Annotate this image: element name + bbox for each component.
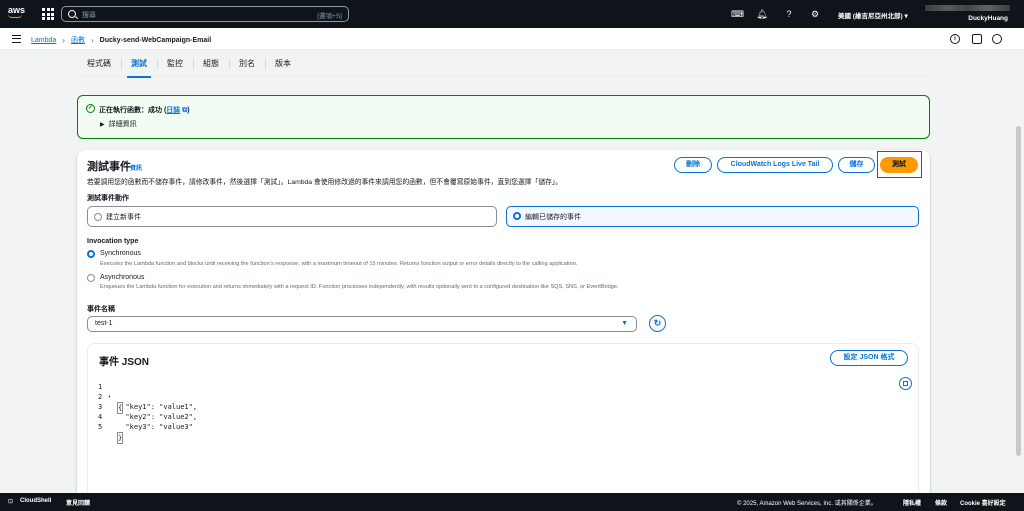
banner-suffix: ) xyxy=(187,107,190,114)
function-tabs: 程式碼 測試 監控 組態 別名 版本 xyxy=(77,50,930,78)
caret-right-icon: ▶ xyxy=(100,122,105,128)
tab-versions[interactable]: 版本 xyxy=(265,50,301,77)
details-expander[interactable]: ▶ 詳細資訊 xyxy=(100,119,137,129)
banner-prefix: 正在執行函數：成功 ( xyxy=(99,107,167,114)
edit-saved-label: 編輯已儲存的事件 xyxy=(525,214,581,221)
radio-asynchronous[interactable] xyxy=(87,274,95,282)
search-input[interactable]: 搜尋 [選項+S] xyxy=(61,6,349,22)
aws-logo-text: aws xyxy=(8,5,26,15)
code-line: 4 "key3": "value3" xyxy=(89,402,909,431)
asynchronous-description: Enqueues the Lambda function for executi… xyxy=(100,284,619,290)
account-menu[interactable]: DuckyHuang xyxy=(968,15,1008,22)
code-line: 5 } xyxy=(89,412,909,444)
help-icon[interactable]: ? xyxy=(783,8,795,20)
code-text: "key3": "value3" xyxy=(117,423,193,431)
region-selector[interactable]: 美國 (維吉尼亞州北部) ▾ xyxy=(838,10,908,20)
refresh-icon[interactable]: ↻ xyxy=(649,315,666,332)
footer: ⊡ CloudShell 意見回饋 © 2025, Amazon Web Ser… xyxy=(0,493,1024,511)
cloudshell-icon[interactable]: ⌨ xyxy=(731,8,744,20)
event-name-value: test-1 xyxy=(95,320,113,327)
editor-format-icon[interactable] xyxy=(899,377,912,390)
test-event-panel: 測試事件 資訊 若要調用您的函數而不儲存事件，請修改事件，然後選擇「測試」。La… xyxy=(77,150,930,511)
tab-code[interactable]: 程式碼 xyxy=(77,50,121,77)
page-scrollbar[interactable] xyxy=(1016,126,1021,456)
breadcrumb: Lambda › 函數 › Ducky-send-WebCampaign-Ema… xyxy=(31,35,211,45)
top-navigation: aws 搜尋 [選項+S] ⌨ 🔔︎ ? ⚙ 美國 (維吉尼亞州北部) ▾ Du… xyxy=(0,0,1024,28)
invocation-type-label: Invocation type xyxy=(87,238,139,245)
banner-message: 正在執行函數：成功 (日誌 ⧉) xyxy=(99,105,190,115)
search-shortcut: [選項+S] xyxy=(317,13,342,20)
action-label: 測試事件動作 xyxy=(87,195,129,202)
info-link[interactable]: 資訊 xyxy=(130,163,142,172)
tab-test[interactable]: 測試 xyxy=(121,50,157,78)
event-json-title: 事件 JSON xyxy=(99,357,150,368)
cloudshell-link[interactable]: CloudShell xyxy=(20,498,51,504)
save-button[interactable]: 儲存 xyxy=(838,157,875,173)
gear-icon[interactable]: ⚙ xyxy=(809,8,821,20)
cloudshell-icon[interactable]: ⊡ xyxy=(8,498,13,505)
success-banner: ✓ 正在執行函數：成功 (日誌 ⧉) ▶ 詳細資訊 xyxy=(77,95,930,139)
synchronous-description: Executes the Lambda function and blocks … xyxy=(100,261,578,267)
radio-create-new[interactable] xyxy=(94,213,102,221)
panel-title: 測試事件 xyxy=(87,161,131,173)
format-json-button[interactable]: 設定 JSON 格式 xyxy=(830,350,908,366)
feedback-link[interactable]: 意見回饋 xyxy=(66,498,90,507)
privacy-link[interactable]: 隱私權 xyxy=(903,498,921,507)
code-line: 3 "key2": "value2", xyxy=(89,392,909,421)
copyright-text: © 2025, Amazon Web Services, Inc. 或其關係企業… xyxy=(737,501,877,507)
tab-monitor[interactable]: 監控 xyxy=(157,50,193,77)
cookie-preferences-link[interactable]: Cookie 喜好設定 xyxy=(960,498,1006,507)
settings-icon[interactable] xyxy=(992,34,1002,44)
breadcrumb-functions[interactable]: 函數 xyxy=(71,35,85,45)
cloudwatch-live-tail-button[interactable]: CloudWatch Logs Live Tail xyxy=(717,157,833,173)
chevron-right-icon: › xyxy=(90,35,94,45)
chevron-right-icon: › xyxy=(62,35,65,45)
edit-saved-event-tile[interactable]: 編輯已儲存的事件 xyxy=(506,206,919,227)
search-icon xyxy=(68,10,76,18)
delete-button[interactable]: 刪除 xyxy=(674,157,712,173)
bell-icon[interactable]: 🔔︎ xyxy=(756,8,768,20)
json-code-editor[interactable]: 1 ▾ { 2 "key1": "value1", 3 "key2": "val… xyxy=(89,372,919,511)
breadcrumb-lambda[interactable]: Lambda xyxy=(31,37,56,44)
tab-configuration[interactable]: 組態 xyxy=(193,50,229,77)
check-circle-icon: ✓ xyxy=(86,104,95,113)
create-new-label: 建立新事件 xyxy=(106,214,141,221)
aws-logo[interactable]: aws xyxy=(8,5,28,23)
line-number: 5 xyxy=(98,423,103,431)
services-grid-icon[interactable] xyxy=(42,8,54,20)
radio-synchronous[interactable] xyxy=(87,250,95,258)
account-id-blurred xyxy=(925,5,1010,11)
info-icon[interactable]: i xyxy=(950,34,960,44)
asynchronous-title: Asynchronous xyxy=(100,274,145,281)
create-new-event-tile[interactable]: 建立新事件 xyxy=(87,206,497,227)
menu-icon[interactable] xyxy=(12,35,21,43)
test-button[interactable]: 測試 xyxy=(880,157,918,173)
code-line: 1 ▾ { xyxy=(89,372,909,414)
event-json-container: 事件 JSON 設定 JSON 格式 1 ▾ { 2 "key1": "valu… xyxy=(87,343,919,511)
breadcrumb-bar: Lambda › 函數 › Ducky-send-WebCampaign-Ema… xyxy=(0,28,1024,50)
event-name-label: 事件名稱 xyxy=(87,306,115,313)
search-placeholder: 搜尋 xyxy=(82,12,96,19)
terms-link[interactable]: 條款 xyxy=(935,498,947,507)
event-name-select[interactable]: test-1 ▼ xyxy=(87,316,637,332)
code-text: } xyxy=(117,432,124,444)
split-panel-icon[interactable] xyxy=(972,34,982,44)
caret-down-icon: ▼ xyxy=(621,320,628,327)
logs-link[interactable]: 日誌 xyxy=(166,107,180,114)
code-line: 2 "key1": "value1", xyxy=(89,382,909,411)
radio-edit-saved[interactable] xyxy=(513,212,521,220)
synchronous-title: Synchronous xyxy=(100,250,141,257)
tab-aliases[interactable]: 別名 xyxy=(229,50,265,77)
breadcrumb-current: Ducky-send-WebCampaign-Email xyxy=(99,36,212,44)
panel-description: 若要調用您的函數而不儲存事件，請修改事件，然後選擇「測試」。Lambda 會使用… xyxy=(87,179,563,186)
details-label: 詳細資訊 xyxy=(108,121,137,128)
